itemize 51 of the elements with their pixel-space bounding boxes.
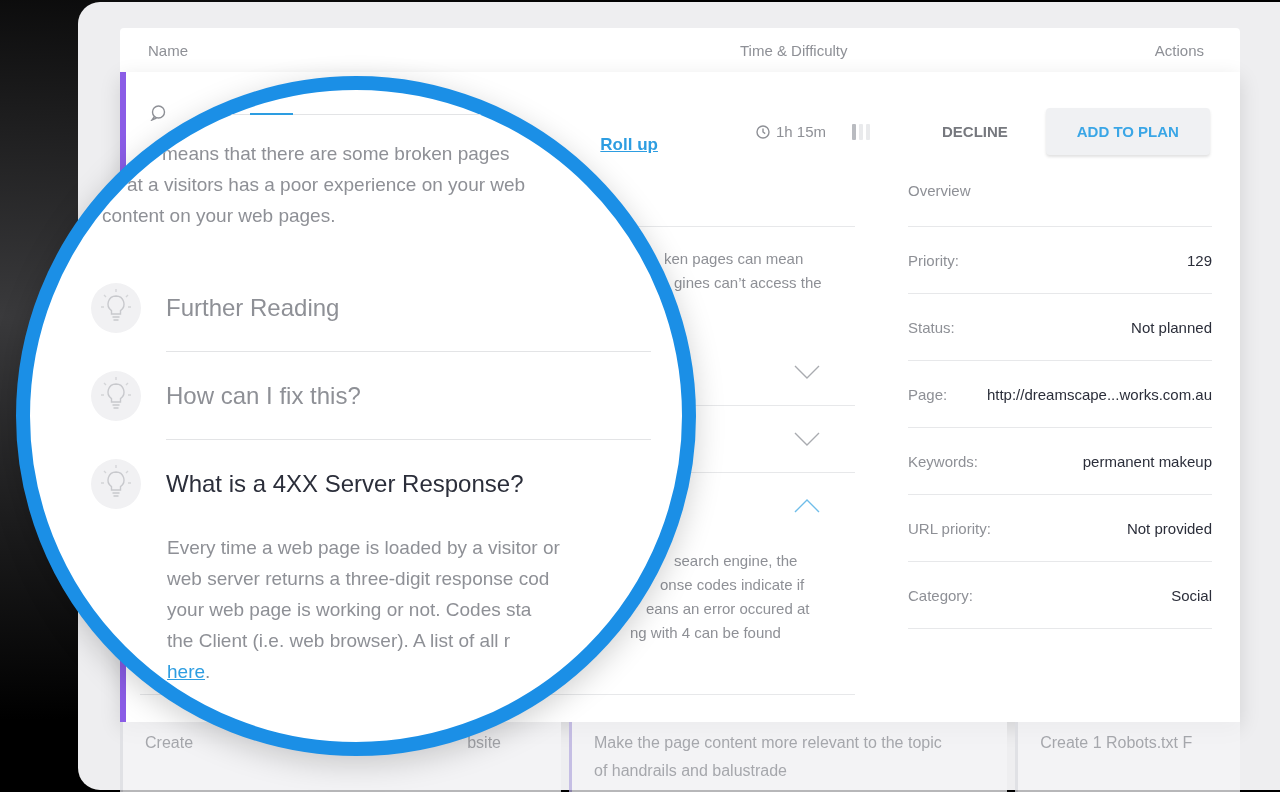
chevron-down-icon[interactable] — [794, 432, 820, 446]
accordion-title[interactable]: How can I fix this? — [166, 380, 361, 412]
field-value: http://dreamscape...works.com.au — [986, 385, 1212, 403]
field-label: URL priority: — [908, 519, 991, 537]
column-header: Actions — [1154, 41, 1204, 59]
add-to-plan-button[interactable]: ADD TO PLAN — [1045, 108, 1210, 155]
field-label: Keywords: — [908, 452, 979, 470]
body-text: onse codes indicate if — [660, 575, 805, 595]
field-value: Social — [1171, 586, 1212, 604]
task-text: Create 1 Robots.txt F — [1040, 733, 1193, 753]
chevron-up-icon[interactable] — [794, 499, 820, 513]
field-value: Not provided — [1126, 519, 1212, 537]
description-text: gines can’t access the — [674, 273, 822, 293]
roll-up-link[interactable]: Roll up — [600, 135, 658, 155]
body-text: . — [205, 661, 211, 682]
field-value: Not planned — [1131, 318, 1212, 336]
decline-button[interactable]: DECLINE — [934, 108, 1016, 155]
field-value: 129 — [1186, 251, 1212, 269]
lightbulb-icon — [91, 283, 141, 333]
here-link[interactable]: here — [167, 661, 206, 682]
body-text: ng with 4 can be found — [630, 623, 781, 643]
lightbulb-icon — [91, 371, 141, 421]
description-text: means that there are some broken pages — [162, 142, 510, 166]
speech-bubble-icon — [150, 105, 166, 121]
column-header: Name — [148, 41, 189, 59]
field-label: Page: — [908, 385, 948, 403]
body-text: search engine, the — [674, 551, 798, 571]
field-value: permanent makeup — [1082, 452, 1212, 470]
task-text: bsite — [467, 733, 501, 753]
task-text: Create — [145, 733, 194, 753]
field-label: Status: — [908, 318, 955, 336]
body-text: eans an error occured at — [646, 599, 810, 619]
field-label: Priority: — [908, 251, 959, 269]
accordion-title[interactable]: What is a 4XX Server Response? — [166, 468, 524, 500]
section-title: Overview — [908, 182, 971, 199]
active-tab-underline — [250, 112, 293, 115]
accordion-title[interactable]: Further Reading — [166, 292, 340, 324]
description-text: ken pages can mean — [664, 249, 804, 269]
description-text: content on your web pages. — [102, 204, 336, 228]
body-text: the Client (i.e. web browser). A list of all r — [167, 629, 511, 653]
duration-text: 1h 15m — [775, 123, 826, 140]
column-header: Time & Difficulty — [740, 41, 848, 59]
body-text: Every time a web page is loaded by a visitor or — [167, 536, 560, 560]
body-text: web server returns a three-digit response cod — [167, 567, 550, 591]
chevron-down-icon[interactable] — [794, 365, 820, 379]
task-text: Make the page content more relevant to the topic of handrails and balustrade — [594, 733, 943, 781]
body-text: your web page is working or not. Codes sta — [167, 598, 532, 622]
clock-icon — [755, 124, 770, 139]
field-label: Category: — [908, 586, 974, 604]
lightbulb-icon — [91, 459, 141, 509]
description-text: at a visitors has a poor experience on your web — [127, 173, 526, 197]
